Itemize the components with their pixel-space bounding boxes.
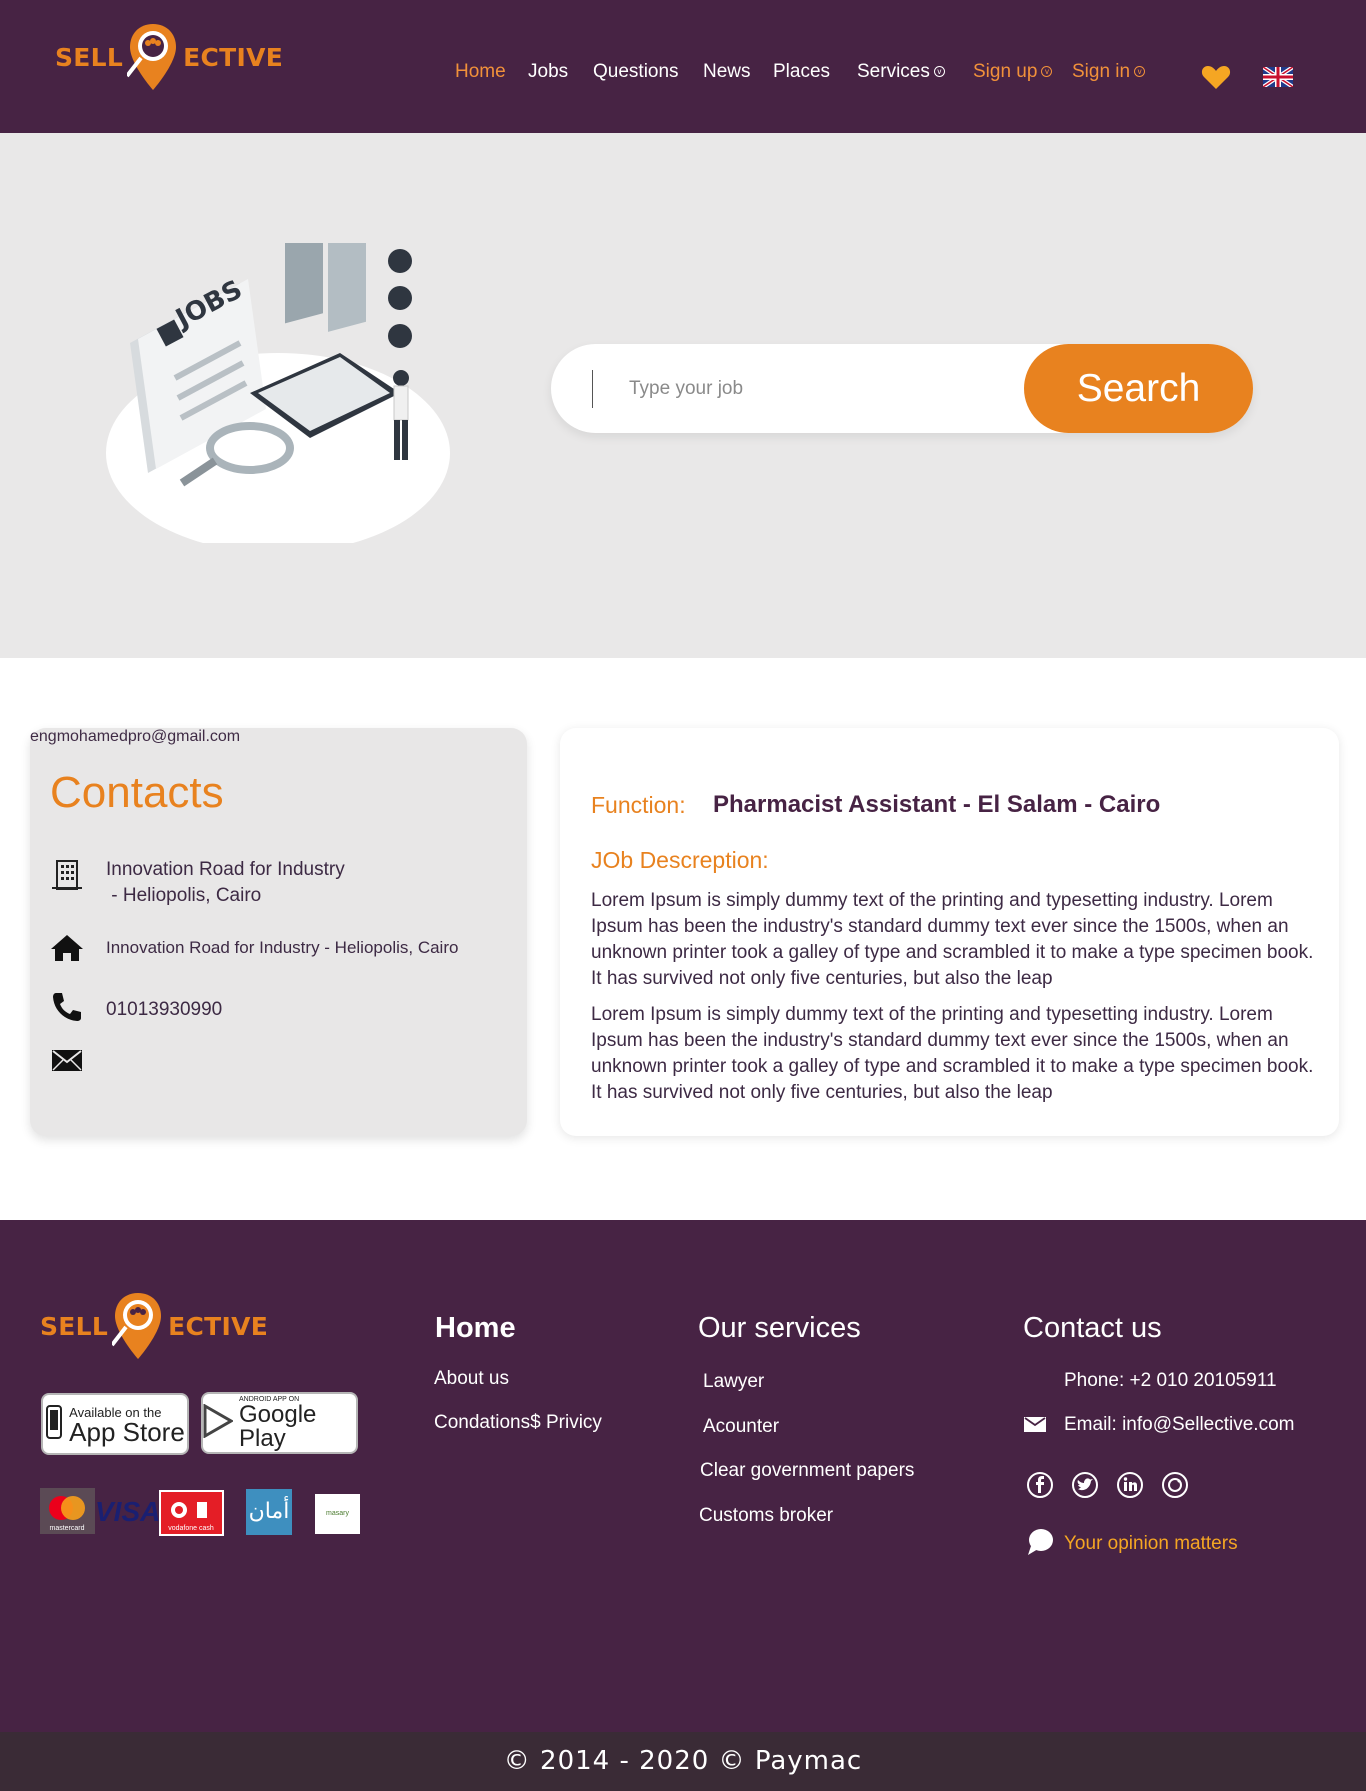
footer-link-lawyer[interactable]: Lawyer bbox=[703, 1371, 764, 1393]
nav-sign-up[interactable]: Sign up v bbox=[973, 61, 1053, 83]
contact-phone[interactable]: 01013930990 bbox=[106, 997, 222, 1023]
play-triangle-icon bbox=[203, 1402, 235, 1443]
chat-bubble-icon bbox=[1026, 1528, 1054, 1556]
linkedin-icon[interactable] bbox=[1116, 1471, 1144, 1499]
footer-link-accounter[interactable]: Acounter bbox=[703, 1416, 779, 1438]
footer-brand-right-word: ECTIVE bbox=[168, 1311, 269, 1341]
apple-phone-icon bbox=[45, 1404, 63, 1445]
description-paragraph: Lorem Ipsum is simply dummy text of the … bbox=[591, 890, 1314, 989]
opinion-link[interactable]: Your opinion matters bbox=[1064, 1533, 1238, 1555]
footer-brand-logo[interactable]: SELL ECTIVE bbox=[40, 1291, 268, 1361]
chevron-down-icon: v bbox=[1134, 66, 1146, 78]
home-icon bbox=[50, 933, 84, 967]
vodafone-text: vodafone cash bbox=[168, 1525, 214, 1532]
nav-news[interactable]: News bbox=[703, 61, 751, 83]
hero-section: JOBS Search bbox=[0, 133, 1366, 658]
nav-sign-in[interactable]: Sign in v bbox=[1072, 61, 1146, 83]
envelope-icon bbox=[50, 1045, 84, 1079]
function-value: Pharmacist Assistant - El Salam - Cairo bbox=[713, 791, 1161, 818]
nav-services-label: Services bbox=[857, 61, 930, 82]
footer-link-gov-papers[interactable]: Clear government papers bbox=[700, 1460, 914, 1482]
brand-left-word: SELL bbox=[55, 42, 124, 72]
contacts-card: Contacts Innovation Road for Industry - … bbox=[30, 728, 527, 1136]
search-button[interactable]: Search bbox=[1024, 344, 1253, 433]
envelope-icon bbox=[1024, 1416, 1046, 1432]
footer-link-about[interactable]: About us bbox=[434, 1368, 509, 1390]
instagram-icon[interactable] bbox=[1161, 1471, 1189, 1499]
favorites-heart-icon[interactable] bbox=[1201, 64, 1231, 90]
logo-pin-icon bbox=[125, 22, 179, 92]
contact-address-line1: Innovation Road for Industry bbox=[106, 859, 345, 880]
jobs-illustration: JOBS bbox=[100, 203, 460, 553]
nav-sign-up-label: Sign up bbox=[973, 61, 1038, 82]
google-play-badge[interactable]: ANDROID APP ON Google Play bbox=[201, 1392, 358, 1454]
nav-places[interactable]: Places bbox=[773, 61, 830, 83]
site-header: SELL ECTIVE Home Jobs Questions News Pla… bbox=[0, 0, 1366, 133]
description-paragraph: Lorem Ipsum is simply dummy text of the … bbox=[591, 1004, 1314, 1103]
footer-services-title: Our services bbox=[698, 1312, 861, 1344]
contacts-title: Contacts bbox=[50, 768, 224, 817]
contact-address-line2: - Heliopolis, Cairo bbox=[106, 885, 262, 906]
text-cursor bbox=[592, 370, 593, 408]
copyright-text: © 2014 - 2020 © Paymac bbox=[503, 1746, 863, 1776]
job-details-card: Function: Pharmacist Assistant - El Sala… bbox=[560, 728, 1339, 1136]
footer-link-privacy[interactable]: Condations$ Privicy bbox=[434, 1412, 602, 1434]
masary-logo: masary bbox=[315, 1494, 360, 1534]
vodafone-cash-logo: vodafone cash bbox=[159, 1490, 224, 1536]
uk-flag-icon[interactable] bbox=[1261, 65, 1295, 89]
brand-logo[interactable]: SELL ECTIVE bbox=[55, 22, 283, 92]
footer-home-title[interactable]: Home bbox=[435, 1312, 516, 1345]
footer-phone[interactable]: Phone: +2 010 20105911 bbox=[1064, 1370, 1277, 1392]
description-label: JOb Descreption: bbox=[591, 847, 769, 873]
app-store-badge[interactable]: Available on the App Store bbox=[41, 1393, 189, 1455]
twitter-icon[interactable] bbox=[1071, 1471, 1099, 1499]
visa-logo: VISA bbox=[95, 1496, 161, 1527]
nav-sign-in-label: Sign in bbox=[1072, 61, 1131, 82]
job-search-input[interactable] bbox=[629, 369, 1009, 409]
footer-email[interactable]: Email: info@Sellective.com bbox=[1064, 1414, 1294, 1436]
nav-services[interactable]: Services v bbox=[857, 61, 945, 83]
nav-jobs[interactable]: Jobs bbox=[528, 61, 568, 83]
mastercard-text: mastercard bbox=[49, 1525, 84, 1532]
footer-brand-left-word: SELL bbox=[40, 1311, 109, 1341]
nav-home[interactable]: Home bbox=[455, 61, 506, 83]
footer-contact-title: Contact us bbox=[1023, 1312, 1162, 1344]
nav-questions[interactable]: Questions bbox=[593, 61, 679, 83]
aman-logo: أمان bbox=[246, 1489, 292, 1535]
chevron-down-icon: v bbox=[1041, 66, 1053, 78]
function-label: Function: bbox=[591, 792, 686, 818]
contact-home-address: Innovation Road for Industry - Heliopoli… bbox=[106, 938, 459, 957]
logo-pin-icon bbox=[110, 1291, 164, 1361]
phone-icon bbox=[50, 990, 84, 1024]
mastercard-logo: mastercard bbox=[40, 1488, 95, 1534]
app-store-big: App Store bbox=[69, 1416, 185, 1447]
copyright-bar: © 2014 - 2020 © Paymac bbox=[0, 1732, 1366, 1791]
facebook-icon[interactable] bbox=[1026, 1471, 1054, 1499]
chevron-down-icon: v bbox=[933, 66, 945, 78]
building-icon bbox=[50, 857, 84, 891]
contact-address: Innovation Road for Industry - Heliopoli… bbox=[106, 857, 345, 909]
brand-right-word: ECTIVE bbox=[183, 42, 284, 72]
google-play-big: Google Play bbox=[239, 1400, 317, 1452]
contact-email[interactable]: engmohamedpro@gmail.com bbox=[30, 728, 527, 746]
footer-link-customs[interactable]: Customs broker bbox=[699, 1505, 833, 1527]
